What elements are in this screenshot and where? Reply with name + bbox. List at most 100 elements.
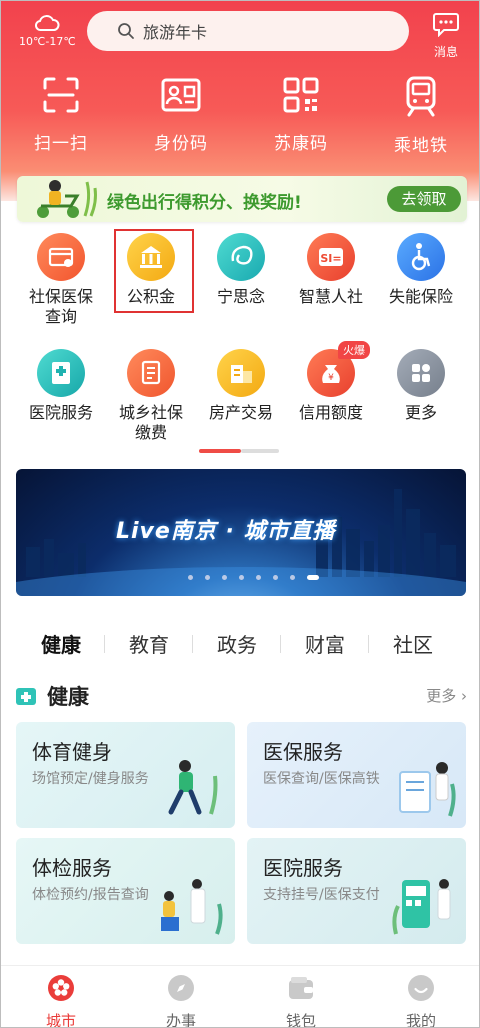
cloud-icon [34, 15, 60, 31]
service-smart-hr[interactable]: SI= 智慧人社 [286, 229, 376, 327]
card-subtitle: 医保查询/医保高铁 [263, 771, 380, 787]
si-icon: SI= [307, 233, 355, 281]
quick-metro[interactable]: 乘地铁 [361, 75, 479, 156]
scooter-illustration [37, 180, 97, 218]
service-more[interactable]: 更多 [376, 345, 466, 443]
carousel-dots [188, 575, 331, 580]
card-medical-insurance[interactable]: 医保服务 医保查询/医保高铁 [247, 722, 466, 828]
service-row-1: 社保医保查询 公积金 宁思念 SI= 智慧人社 失能保险 [1, 229, 479, 327]
card-sports[interactable]: 体育健身 场馆预定/健身服务 [16, 722, 235, 828]
svg-text:¥: ¥ [328, 373, 334, 383]
bottom-nav: 城市 办事 钱包 我的 [1, 965, 479, 1028]
quick-health-code[interactable]: 苏康码 [241, 75, 361, 156]
tab-label: 教育 [129, 633, 169, 657]
service-social-insurance[interactable]: 社保医保查询 [16, 229, 106, 327]
flower-icon [48, 975, 74, 1001]
banner-title: Live南京 · 城市直播 [116, 519, 336, 544]
highlight-box [114, 229, 194, 313]
wheelchair-icon [397, 233, 445, 281]
service-social-payment[interactable]: 城乡社保缴费 [106, 345, 196, 443]
card-title: 体检服务 [32, 856, 112, 880]
grid-pager [199, 449, 279, 453]
nav-label: 我的 [405, 1012, 436, 1028]
search-bar[interactable]: 旅游年卡 [87, 11, 409, 51]
nav-label: 办事 [165, 1012, 196, 1028]
building-icon [217, 349, 265, 397]
service-label: 失能保险 [388, 287, 453, 306]
promo-claim-button[interactable]: 去领取 [387, 186, 461, 212]
service-label: 医院服务 [28, 403, 93, 422]
quick-id[interactable]: 身份码 [121, 75, 241, 156]
service-label: 社保医保查询 [28, 287, 93, 326]
swirl-icon [217, 233, 265, 281]
service-label: 更多 [404, 403, 437, 422]
green-travel-banner[interactable]: 绿色出行得积分、换奖励! 去领取 [17, 176, 467, 222]
tab-health[interactable]: 健康 [17, 629, 105, 669]
weather-temp: 10℃-17℃ [19, 35, 76, 48]
nav-city[interactable]: 城市 [1, 966, 121, 1028]
carousel-dot [188, 575, 193, 580]
card-checkup[interactable]: 体检服务 体检预约/报告查询 [16, 838, 235, 944]
id-card-icon [161, 78, 201, 112]
tab-government[interactable]: 政务 [193, 629, 281, 669]
medical-kit-icon [16, 688, 36, 705]
promo-text: 绿色出行得积分、换奖励! [107, 193, 302, 213]
card-title: 医院服务 [263, 856, 343, 880]
tab-community[interactable]: 社区 [369, 629, 457, 669]
hospital-icon [37, 349, 85, 397]
carousel-dot-active [307, 575, 319, 580]
card-subtitle: 场馆预定/健身服务 [32, 771, 149, 787]
service-label: 宁思念 [216, 287, 265, 306]
chat-icon [433, 13, 459, 38]
card-title: 体育健身 [32, 740, 112, 764]
qr-code-icon [283, 77, 319, 113]
service-label: 城乡社保缴费 [118, 403, 183, 442]
doctor-patient-illustration [161, 879, 223, 935]
service-label: 信用额度 [298, 403, 363, 422]
carousel-dot [222, 575, 227, 580]
city-live-banner[interactable]: Live南京 · 城市直播 [16, 469, 466, 596]
more-link[interactable]: 更多 › [426, 685, 467, 706]
quick-metro-label: 乘地铁 [394, 136, 448, 156]
service-grid: 社保医保查询 公积金 宁思念 SI= 智慧人社 失能保险 医院服务 城乡社保缴费… [1, 229, 479, 443]
search-icon [118, 23, 134, 39]
service-disability-insurance[interactable]: 失能保险 [376, 229, 466, 327]
tab-education[interactable]: 教育 [105, 629, 193, 669]
message-label: 消息 [433, 45, 458, 59]
svg-text:SI=: SI= [320, 252, 341, 265]
nav-services[interactable]: 办事 [121, 966, 241, 1028]
service-credit-limit[interactable]: ¥ 火爆 信用额度 [286, 341, 376, 443]
pager-active [199, 449, 241, 453]
service-row-2: 医院服务 城乡社保缴费 房产交易 ¥ 火爆 信用额度 更多 [1, 341, 479, 443]
card-hospital[interactable]: 医院服务 支持挂号/医保支付 [247, 838, 466, 944]
card-icon [37, 233, 85, 281]
nav-label: 城市 [45, 1012, 76, 1028]
tab-label: 政务 [217, 633, 257, 657]
card-title: 医保服务 [263, 740, 343, 764]
carousel-dot [239, 575, 244, 580]
app-root: 10℃-17℃ 旅游年卡 消息 扫一扫 身份码 苏康码 乘地铁 绿色出行得积分、… [0, 0, 480, 1028]
quick-id-label: 身份码 [154, 134, 208, 154]
metro-icon [406, 76, 436, 117]
smile-icon [408, 975, 434, 1001]
tab-wealth[interactable]: 财富 [281, 629, 369, 669]
weather-widget[interactable]: 10℃-17℃ [19, 13, 76, 48]
service-ningsinian[interactable]: 宁思念 [196, 229, 286, 327]
tab-label: 社区 [393, 633, 433, 657]
health-section-header: 健康 更多 › [15, 681, 467, 711]
grid-icon [397, 349, 445, 397]
quick-health-code-label: 苏康码 [274, 134, 328, 154]
category-tabs: 健康 教育 政务 财富 社区 [1, 629, 479, 669]
service-property-trade[interactable]: 房产交易 [196, 345, 286, 443]
card-subtitle: 支持挂号/医保支付 [263, 887, 380, 903]
message-button[interactable]: 消息 [425, 11, 467, 60]
quick-scan[interactable]: 扫一扫 [1, 75, 121, 156]
card-subtitle: 体检预约/报告查询 [32, 887, 149, 903]
tab-label: 财富 [305, 633, 345, 657]
search-placeholder: 旅游年卡 [143, 23, 208, 42]
nav-label: 钱包 [285, 1012, 316, 1028]
service-hospital[interactable]: 医院服务 [16, 345, 106, 443]
carousel-dot [273, 575, 278, 580]
nav-wallet[interactable]: 钱包 [241, 966, 361, 1028]
nav-profile[interactable]: 我的 [361, 966, 479, 1028]
